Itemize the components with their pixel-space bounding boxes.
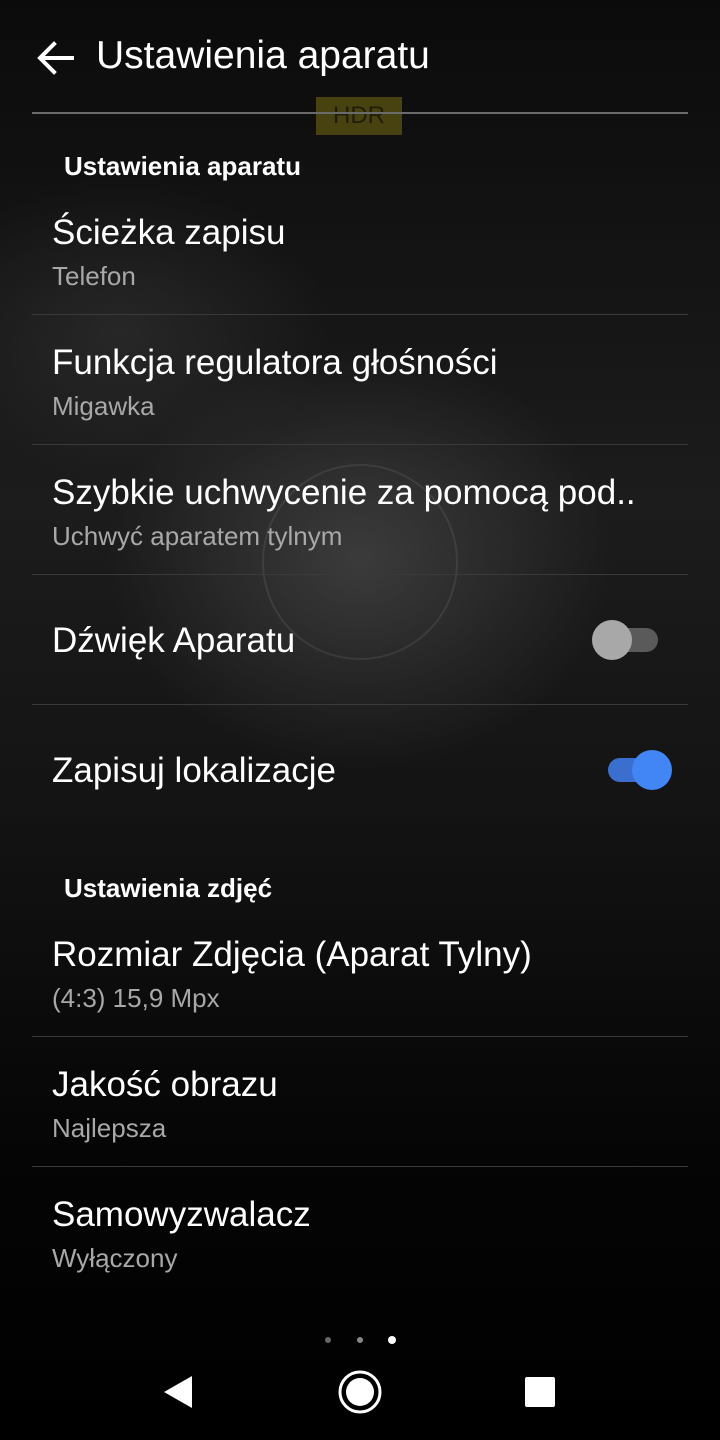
setting-title: Funkcja regulatora głośności [52,343,498,382]
save-location-toggle[interactable] [606,750,676,790]
divider [32,1036,688,1037]
page-dot [325,1337,331,1343]
camera-sound-toggle[interactable] [592,620,662,660]
setting-value: Telefon [52,261,136,291]
setting-save-path[interactable]: Ścieżka zapisu Telefon [32,205,688,315]
divider [32,314,688,315]
back-triangle-icon[interactable] [160,1374,196,1410]
setting-value: Najlepsza [52,1113,167,1143]
arrow-left-icon[interactable] [36,38,76,78]
setting-title: Szybkie uchwycenie za pomocą pod.. [52,473,636,512]
toggle-thumb [632,750,672,790]
setting-value: Wyłączony [52,1243,178,1273]
setting-title: Ścieżka zapisu [52,213,286,252]
setting-title: Zapisuj lokalizacje [52,751,337,790]
system-navigation-bar [0,1346,720,1440]
section-header-camera: Ustawienia aparatu [64,151,301,181]
recents-square-icon[interactable] [524,1376,556,1408]
setting-title: Jakość obrazu [52,1065,278,1104]
toggle-thumb [592,620,632,660]
home-circle-icon[interactable] [337,1369,383,1415]
setting-volume-key-function[interactable]: Funkcja regulatora głośności Migawka [32,335,688,445]
top-app-bar: Ustawienia aparatu [0,0,720,112]
section-header-photo: Ustawienia zdjęć [64,873,273,903]
setting-self-timer[interactable]: Samowyzwalacz Wyłączony [32,1187,688,1297]
setting-value: Migawka [52,391,155,421]
setting-save-location[interactable]: Zapisuj lokalizacje [32,705,688,835]
page-indicator [0,1334,720,1346]
setting-title: Samowyzwalacz [52,1195,311,1234]
page-title: Ustawienia aparatu [96,34,430,77]
divider [32,1166,688,1167]
divider [32,444,688,445]
setting-value: Uchwyć aparatem tylnym [52,521,343,551]
header-divider [32,112,688,114]
setting-photo-size-rear[interactable]: Rozmiar Zdjęcia (Aparat Tylny) (4:3) 15,… [32,927,688,1037]
setting-camera-sound[interactable]: Dźwięk Aparatu [32,575,688,705]
setting-quick-capture[interactable]: Szybkie uchwycenie za pomocą pod.. Uchwy… [32,465,688,575]
setting-title: Rozmiar Zdjęcia (Aparat Tylny) [52,935,532,974]
setting-value: (4:3) 15,9 Mpx [52,983,220,1013]
setting-title: Dźwięk Aparatu [52,621,296,660]
setting-image-quality[interactable]: Jakość obrazu Najlepsza [32,1057,688,1167]
page-dot [357,1337,363,1343]
page-dot-active [388,1336,396,1344]
